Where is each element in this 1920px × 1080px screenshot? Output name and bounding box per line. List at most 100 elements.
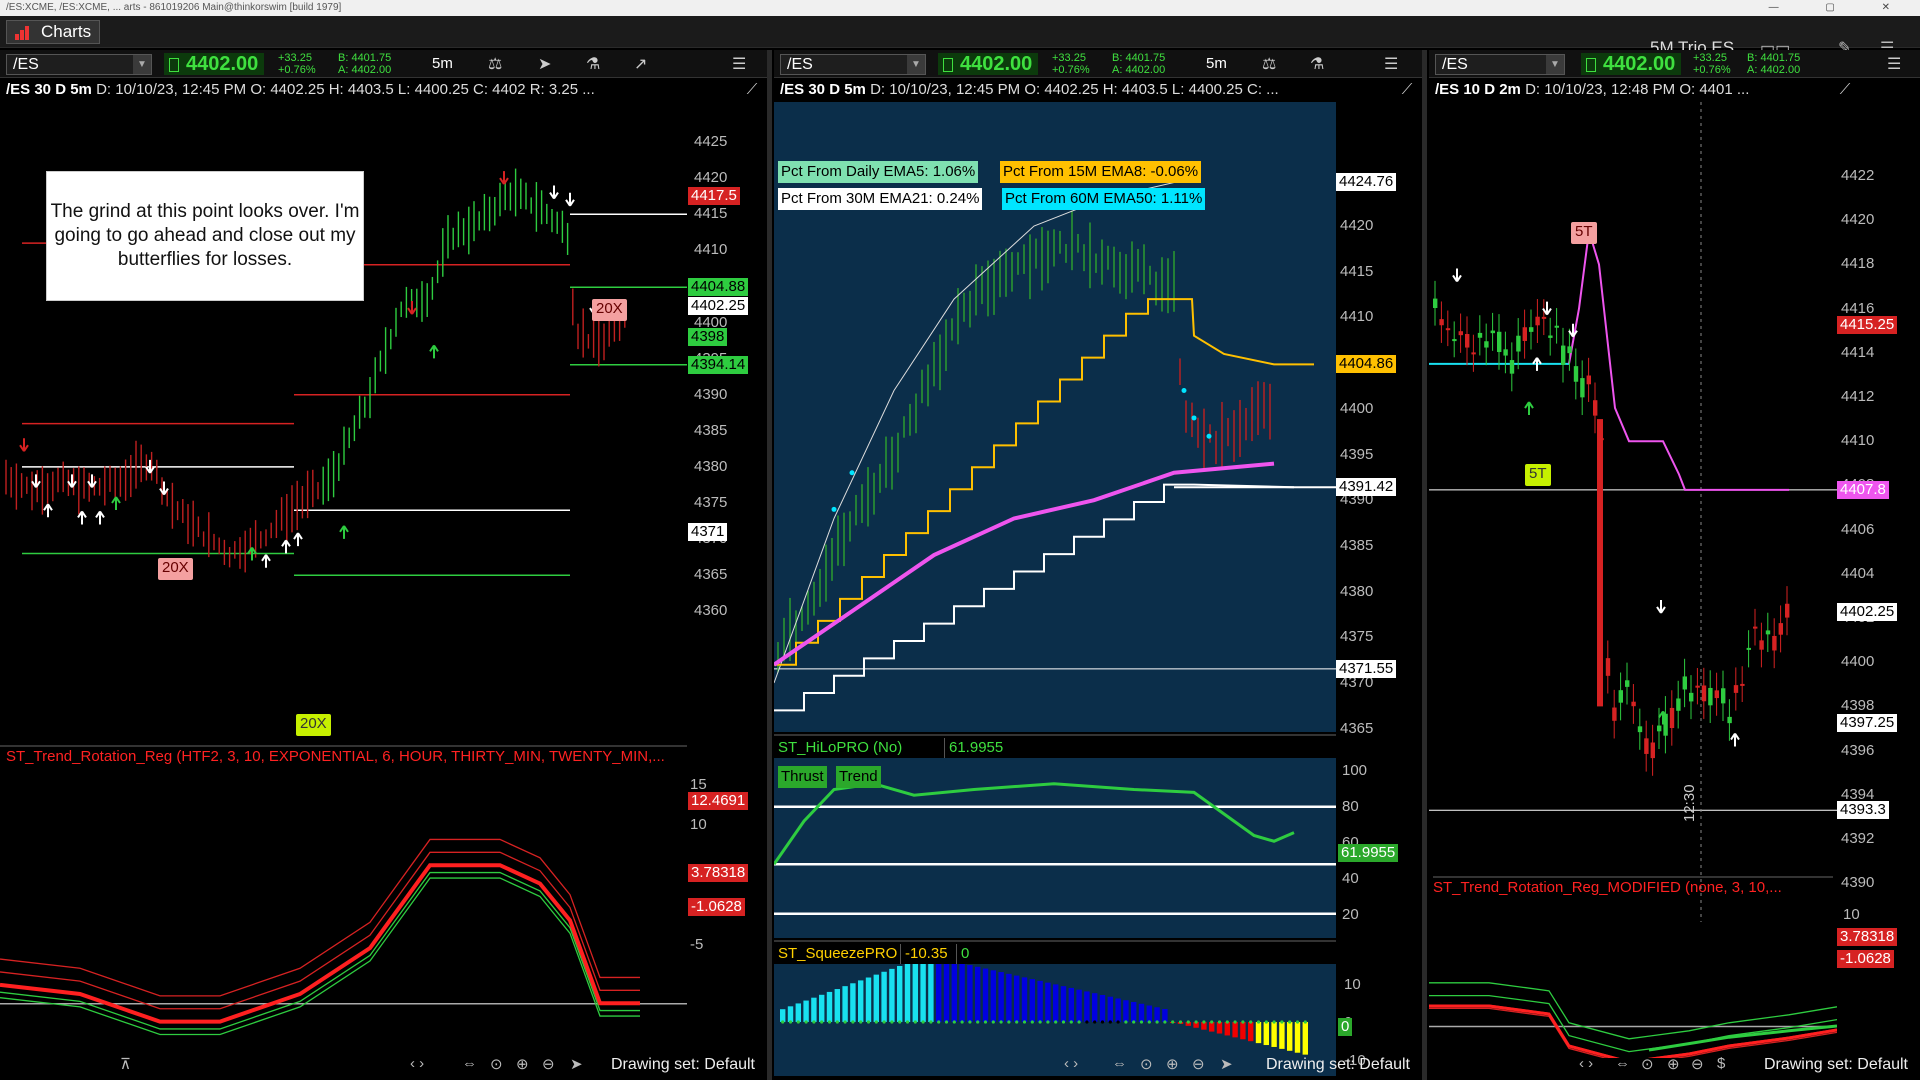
squeeze-dot	[1116, 1020, 1120, 1024]
pointer-icon[interactable]: ➤	[570, 1055, 583, 1073]
drawing-set[interactable]: Drawing set: Default	[611, 1056, 755, 1074]
panel-menu-icon[interactable]: ☰	[1887, 54, 1901, 74]
symbol-value: /ES	[1442, 56, 1468, 73]
charts-tab[interactable]: Charts	[6, 20, 100, 44]
annotation-note[interactable]: The grind at this point looks over. I'm …	[46, 171, 364, 301]
price-chart[interactable]: 4420441544104405440043954390438543804375…	[774, 102, 1422, 737]
style-icon[interactable]: ⚖	[488, 54, 502, 74]
squeeze-dot	[1256, 1020, 1261, 1024]
study-title[interactable]: ST_Trend_Rotation_Reg_MODIFIED (none, 3,…	[1433, 876, 1833, 896]
panel-divider[interactable]	[1422, 50, 1427, 1080]
reset-icon[interactable]: ⊙	[1641, 1055, 1654, 1073]
price-chart[interactable]: 4425442044154410440544004395439043854380…	[0, 102, 767, 796]
dot	[1181, 388, 1187, 394]
hilo-header[interactable]: ST_HiLoPRO (No) 61.9955	[774, 734, 1336, 758]
pointer-icon[interactable]: ➤	[1220, 1055, 1233, 1073]
style-icon[interactable]: ⚖	[1262, 54, 1276, 74]
edit-icon[interactable]: ⟋	[1830, 80, 1860, 100]
scroll-left-icon[interactable]: ‹ ›	[410, 1055, 424, 1072]
scroll-left-icon[interactable]: ‹ ›	[1064, 1055, 1078, 1072]
squeeze-bar	[920, 957, 926, 1022]
signal-arrow	[407, 301, 417, 315]
zoom-in-icon[interactable]: ⊕	[1667, 1055, 1680, 1073]
panel-divider[interactable]	[767, 50, 772, 1080]
reset-icon[interactable]: ⊙	[1140, 1055, 1153, 1073]
hilo-value-label: 61.9955	[1338, 844, 1399, 862]
aggregation-selector[interactable]: 5m	[1206, 55, 1227, 72]
chart-header-title: /ES 30 D 5m	[6, 81, 92, 98]
trend-rotation-study[interactable]: 10 3.78318 -1.0628	[1429, 898, 1920, 1066]
squeeze-bar	[842, 986, 848, 1022]
squeeze-dot	[804, 1020, 808, 1024]
window-title: /ES:XCME, /ES:XCME, ... arts - 861019206…	[6, 2, 342, 13]
signal-arrow	[549, 185, 559, 200]
panel-menu-icon[interactable]: ☰	[1384, 54, 1398, 74]
candle-body	[1612, 707, 1617, 721]
window-controls[interactable]: — ▢ ✕	[1769, 0, 1912, 16]
squeeze-dot	[976, 1020, 980, 1024]
tag-5t: 5T	[1571, 222, 1597, 244]
zoom-out-icon[interactable]: ⊖	[542, 1055, 555, 1073]
squeeze-dot	[1288, 1020, 1292, 1024]
price-chart[interactable]: 4422442044184416441444124410440844064404…	[1429, 102, 1920, 922]
drawing-set[interactable]: Drawing set: Default	[1764, 1056, 1908, 1074]
price-label: 4391.42	[1336, 478, 1397, 497]
pan-icon[interactable]: ⇔	[1615, 1055, 1630, 1072]
zoom-out-icon[interactable]: ⊖	[1691, 1055, 1704, 1073]
squeeze-bar	[889, 968, 895, 1022]
drawing-set[interactable]: Drawing set: Default	[1266, 1056, 1410, 1074]
thrust-label: Thrust	[778, 766, 827, 788]
zoom-out-icon[interactable]: ⊖	[1192, 1055, 1205, 1073]
chart-header-title: /ES 10 D 2m	[1435, 81, 1521, 98]
trend-rotation-study[interactable]: 15105-5 12.46913.78318-1.0628	[0, 768, 767, 1068]
dollar-icon[interactable]: $	[1717, 1055, 1725, 1072]
chart-panel-3: /ES ▼ 4402.00 +33.25 +0.76% B: 4401.75 A: 4…	[1429, 50, 1920, 1080]
symbol-selector[interactable]: /ES ▼	[780, 54, 926, 75]
candle-body	[1586, 375, 1591, 385]
net-change: +33.25 +0.76%	[278, 52, 316, 76]
candle-body	[1657, 725, 1662, 732]
candle-body	[1490, 330, 1495, 334]
squeeze-dot	[781, 1020, 785, 1024]
pan-icon[interactable]: ⇔	[462, 1055, 477, 1072]
hilo-tick: 100	[1342, 762, 1368, 779]
cursor-icon[interactable]: ➤	[538, 54, 551, 74]
studies-flask-icon[interactable]: ⚗	[1310, 54, 1324, 74]
scroll-left-icon[interactable]: ‹ ›	[1579, 1055, 1593, 1072]
study-label: 3.78318	[688, 864, 749, 882]
squeeze-bar	[881, 971, 887, 1022]
squeeze-dot	[1295, 1020, 1300, 1024]
reset-icon[interactable]: ⊙	[490, 1055, 503, 1073]
bid-ask: B: 4401.75 A: 4402.00	[1112, 52, 1166, 76]
squeeze-bar	[990, 970, 996, 1022]
zoom-in-icon[interactable]: ⊕	[516, 1055, 529, 1073]
squeeze-dot	[812, 1020, 816, 1024]
panel-menu-icon[interactable]: ☰	[732, 54, 746, 74]
expand-icon[interactable]: ⊼	[120, 1055, 131, 1073]
squeeze-dot	[1022, 1020, 1027, 1024]
drawings-icon[interactable]: ↗	[634, 54, 647, 74]
price-tick: 4400	[1841, 653, 1875, 671]
pan-icon[interactable]: ⇔	[1112, 1055, 1127, 1072]
zoom-in-icon[interactable]: ⊕	[1166, 1055, 1179, 1073]
price-tick: 4375	[694, 494, 728, 511]
squeeze-bar	[803, 1000, 809, 1022]
symbol-selector[interactable]: /ES ▼	[6, 54, 152, 75]
candle-body	[1682, 676, 1687, 690]
study-tick: 10	[690, 816, 707, 833]
squeeze-dot	[1194, 1020, 1198, 1024]
squeeze-header[interactable]: ST_SqueezePRO -10.35 0	[774, 940, 1336, 964]
squeeze-dot	[905, 1020, 910, 1024]
edit-icon[interactable]: ⟋	[737, 80, 767, 100]
squeeze-bar	[1107, 996, 1113, 1022]
squeeze-dot	[1147, 1020, 1151, 1024]
squeeze-dot	[859, 1020, 863, 1024]
studies-flask-icon[interactable]: ⚗	[586, 54, 600, 74]
symbol-selector[interactable]: /ES ▼	[1435, 54, 1565, 75]
price-tick: 4404	[1841, 564, 1875, 582]
aggregation-selector[interactable]: 5m	[432, 55, 453, 72]
study-title[interactable]: ST_Trend_Rotation_Reg (HTF2, 3, 10, EXPO…	[6, 747, 676, 767]
edit-icon[interactable]: ⟋	[1392, 80, 1422, 100]
hilo-study[interactable]: Thrust Trend 100 80 60 40 20 61.9955	[774, 758, 1422, 938]
study-line	[0, 838, 640, 997]
